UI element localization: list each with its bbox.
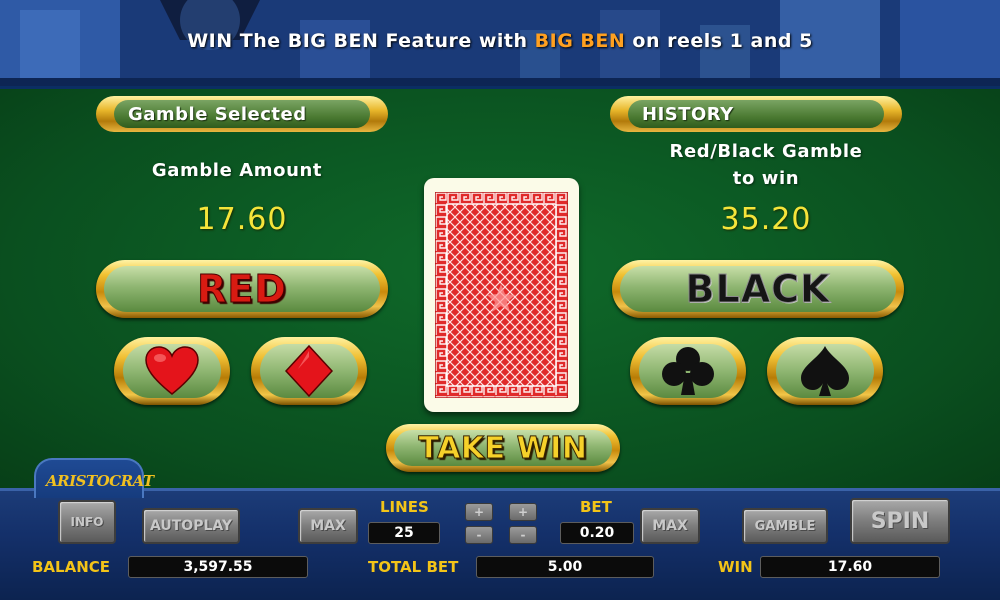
heart-suit-button[interactable] [114,337,230,405]
playing-card [424,178,579,412]
bet-value: 0.20 [560,522,634,544]
gamble-selected-header: Gamble Selected [96,96,388,132]
top-banner: WIN The BIG BEN Feature with BIG BEN on … [0,0,1000,86]
red-button[interactable]: RED [96,260,388,318]
black-button[interactable]: BLACK [612,260,904,318]
info-button[interactable]: INFO [58,500,116,544]
win-meter-value: 17.60 [760,556,940,578]
spade-suit-button[interactable] [767,337,883,405]
club-icon [662,347,714,395]
banner-text-1: WIN The BIG BEN Feature with [187,30,535,52]
balance-value: 3,597.55 [128,556,308,578]
balance-label: BALANCE [32,558,111,576]
red-button-label: RED [197,267,287,312]
card-back-pattern [435,192,568,398]
take-win-label: TAKE WIN [418,430,588,466]
bet-increase-button[interactable]: + [509,503,537,521]
lines-increase-button[interactable]: + [465,503,493,521]
banner-highlight: BIG BEN [534,30,626,52]
gamble-amount-value: 17.60 [196,202,288,237]
game-screen: WIN The BIG BEN Feature with BIG BEN on … [0,0,1000,600]
bet-label: BET [580,498,612,516]
history-label: HISTORY [628,100,884,128]
history-header: HISTORY [610,96,902,132]
red-black-gamble-label: Red/Black Gamble to win [610,138,922,192]
lines-value: 25 [368,522,440,544]
spin-button[interactable]: SPIN [850,498,950,544]
win-label: WIN [718,558,753,576]
black-button-label: BLACK [685,267,831,312]
club-suit-button[interactable] [630,337,746,405]
diamond-suit-button[interactable] [251,337,367,405]
heart-icon [145,346,199,395]
lines-label: LINES [380,498,429,516]
max-lines-button[interactable]: MAX [298,508,358,544]
gamble-label-line1: Red/Black Gamble [669,141,863,162]
gamble-label-line2: to win [732,168,800,189]
spade-icon [801,346,849,396]
lines-decrease-button[interactable]: - [465,526,493,544]
autoplay-button[interactable]: AUTOPLAY [142,508,240,544]
aristocrat-logo: ARISTOCRAT [46,472,154,490]
bet-decrease-button[interactable]: - [509,526,537,544]
total-bet-label: TOTAL BET [368,558,459,576]
win-amount-value: 35.20 [720,202,812,237]
gamble-selected-label: Gamble Selected [114,100,370,128]
max-bet-button[interactable]: MAX [640,508,700,544]
gamble-amount-label: Gamble Amount [151,160,323,181]
take-win-button[interactable]: TAKE WIN [386,424,620,472]
gamble-button[interactable]: GAMBLE [742,508,828,544]
banner-text-2: on reels 1 and 5 [625,30,813,52]
banner-message: WIN The BIG BEN Feature with BIG BEN on … [0,30,1000,52]
total-bet-value: 5.00 [476,556,654,578]
diamond-icon [284,345,334,397]
